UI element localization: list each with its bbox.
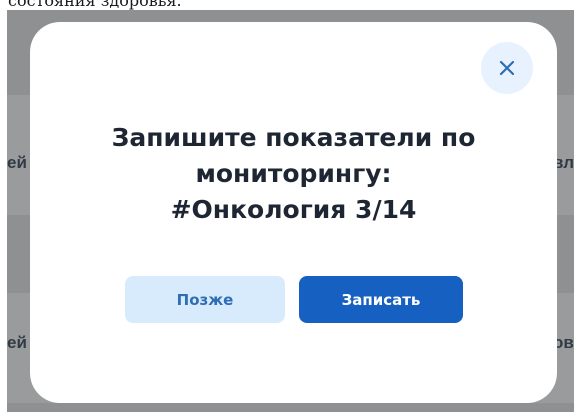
background-text: ей — [7, 333, 27, 352]
record-button[interactable]: Записать — [299, 276, 463, 323]
dialog-title-line: мониторингу: — [195, 159, 392, 188]
dialog-title-line: #Онкология 3/14 — [170, 195, 417, 224]
dialog-title: Запишите показатели по мониторингу: #Онк… — [30, 120, 557, 228]
later-button[interactable]: Позже — [125, 276, 285, 323]
close-icon — [499, 60, 515, 76]
monitoring-dialog: Запишите показатели по мониторингу: #Онк… — [30, 22, 557, 403]
background-text: ей — [7, 153, 27, 172]
close-button[interactable] — [481, 42, 533, 94]
dialog-title-line: Запишите показатели по — [111, 123, 476, 152]
